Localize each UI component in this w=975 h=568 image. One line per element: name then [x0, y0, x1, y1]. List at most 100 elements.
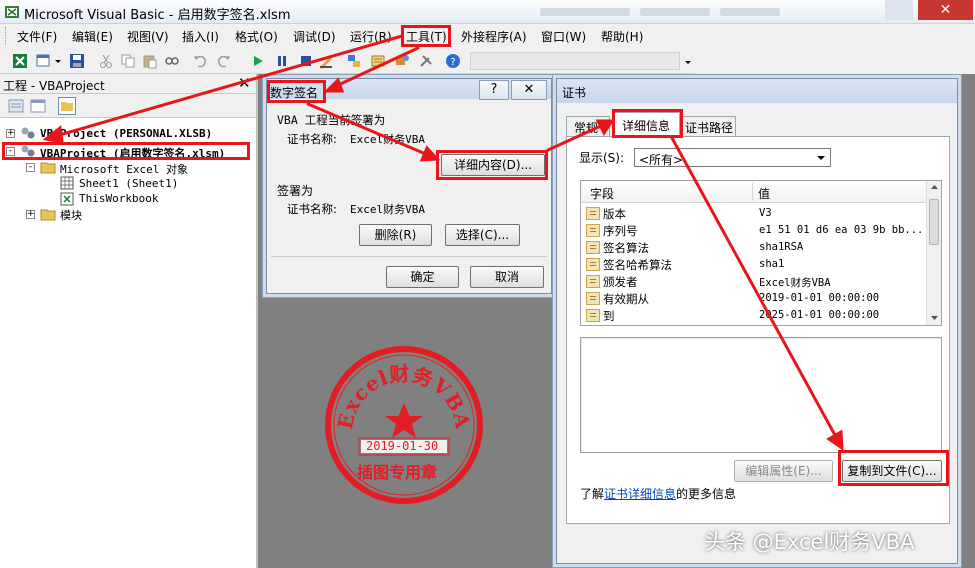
blurred-text — [540, 8, 630, 16]
cancel-button[interactable]: 取消 — [470, 266, 544, 288]
excel-view-icon[interactable] — [12, 53, 28, 69]
title-bar: Microsoft Visual Basic - 启用数字签名.xlsm ✕ — [0, 0, 975, 24]
learn-more-text: 了解证书详细信息的更多信息 — [580, 485, 736, 502]
field-name: 签名哈希算法 — [603, 258, 672, 272]
properties-window-icon[interactable] — [370, 53, 386, 69]
toggle-folders-icon[interactable] — [58, 97, 76, 115]
expand-toggle[interactable]: + — [6, 129, 15, 138]
stamp-date: 2019-01-30 — [366, 439, 439, 453]
current-signer-heading: VBA 工程当前签署为 — [277, 113, 386, 127]
tree-item-modules[interactable]: 模块 — [60, 207, 82, 223]
toolbar-options-icon[interactable] — [684, 53, 692, 69]
certificate-title: 证书 — [562, 86, 587, 100]
menu-edit[interactable]: 编辑(E) — [72, 28, 113, 45]
list-item[interactable]: 到 2025-01-01 00:00:00 — [584, 307, 924, 324]
menu-debug[interactable]: 调试(D) — [293, 28, 336, 45]
cert-details-link[interactable]: 证书详细信息 — [604, 487, 676, 501]
dialog-title-bar — [557, 79, 957, 103]
help-button[interactable]: ? — [479, 80, 509, 100]
details-button[interactable]: 详细内容(D)... — [441, 154, 545, 176]
field-name: 到 — [603, 309, 615, 323]
folder-icon — [40, 209, 56, 221]
copy-to-file-button[interactable]: 复制到文件(C)... — [842, 460, 942, 482]
tree-item-excel-objects[interactable]: Microsoft Excel 对象 — [60, 161, 188, 177]
dropdown-arrow-icon[interactable] — [54, 53, 62, 69]
save-icon[interactable] — [69, 53, 85, 69]
list-item[interactable]: 颁发者 Excel财务VBA — [584, 273, 924, 290]
list-item[interactable]: 序列号 e1 51 01 d6 ea 03 9b bb... — [584, 222, 924, 239]
undo-icon[interactable] — [192, 53, 208, 69]
field-detail-box[interactable] — [580, 337, 942, 453]
scroll-up-icon[interactable] — [930, 184, 939, 190]
digital-signature-title: 数字签名 — [270, 86, 319, 100]
tree-item-personal-project[interactable]: VBAProject (PERSONAL.XLSB) — [40, 127, 212, 140]
list-item[interactable]: 签名哈希算法 sha1 — [584, 256, 924, 273]
workbook-icon — [60, 192, 74, 206]
scroll-thumb[interactable] — [929, 199, 939, 245]
window-close-button[interactable]: ✕ — [918, 0, 973, 20]
paste-icon[interactable] — [142, 53, 158, 69]
field-icon — [586, 292, 600, 305]
design-mode-icon[interactable] — [318, 53, 334, 69]
expand-toggle[interactable]: + — [26, 210, 35, 219]
tree-item-current-project[interactable]: VBAProject (启用数字签名.xlsm) — [40, 145, 225, 161]
column-divider — [752, 183, 753, 201]
menu-addins[interactable]: 外接程序(A) — [461, 28, 527, 45]
sheet-icon — [60, 176, 74, 190]
remove-button[interactable]: 删除(R) — [359, 224, 432, 246]
show-select[interactable]: <所有> — [634, 148, 831, 167]
cert-name-label: 证书名称: — [287, 132, 337, 146]
redo-icon[interactable] — [216, 53, 232, 69]
menu-window[interactable]: 窗口(W) — [541, 28, 586, 45]
help-icon[interactable]: ? — [445, 53, 461, 69]
scroll-down-icon[interactable] — [930, 315, 939, 321]
column-header-field[interactable]: 字段 — [590, 185, 614, 202]
folder-open-icon — [40, 162, 56, 174]
tree-item-thisworkbook[interactable]: ThisWorkbook — [79, 192, 158, 205]
tab-details[interactable]: 详细信息 — [614, 112, 680, 137]
menu-tools[interactable]: 工具(T) — [406, 28, 447, 45]
tab-general[interactable]: 常规 — [566, 116, 610, 136]
tab-cert-path[interactable]: 证书路径 — [680, 116, 736, 136]
collapse-toggle[interactable]: - — [26, 163, 35, 172]
project-explorer-icon[interactable] — [346, 53, 362, 69]
find-icon[interactable] — [164, 53, 180, 69]
reset-icon[interactable] — [298, 53, 314, 69]
tree-item-sheet1[interactable]: Sheet1 (Sheet1) — [79, 177, 178, 190]
edit-properties-button[interactable]: 编辑属性(E)... — [734, 460, 833, 482]
menu-insert[interactable]: 插入(I) — [182, 28, 219, 45]
menu-format[interactable]: 格式(O) — [235, 28, 278, 45]
run-icon[interactable] — [250, 53, 266, 69]
dialog-close-button[interactable]: ✕ — [511, 80, 547, 100]
tab-label: 详细信息 — [622, 119, 671, 133]
field-value: sha1 — [759, 258, 785, 270]
insert-userform-icon[interactable] — [36, 53, 52, 69]
field-icon — [586, 309, 600, 322]
view-code-icon[interactable] — [8, 98, 24, 114]
close-icon[interactable]: ✕ — [238, 74, 251, 92]
menu-run[interactable]: 运行(R) — [350, 28, 392, 45]
minimize-button[interactable] — [885, 0, 913, 20]
menu-view[interactable]: 视图(V) — [127, 28, 169, 45]
ok-button[interactable]: 确定 — [386, 266, 459, 288]
chevron-down-icon — [817, 156, 825, 160]
list-scrollbar[interactable] — [926, 181, 941, 325]
choose-button[interactable]: 选择(C)... — [445, 224, 520, 246]
copy-icon[interactable] — [120, 53, 136, 69]
cut-icon[interactable] — [98, 53, 114, 69]
show-label: 显示(S): — [579, 151, 625, 165]
break-icon[interactable] — [274, 53, 290, 69]
list-item[interactable]: 版本 V3 — [584, 205, 924, 222]
list-item[interactable]: 签名算法 sha1RSA — [584, 239, 924, 256]
location-field — [470, 52, 680, 70]
blurred-text — [640, 8, 710, 16]
menu-help[interactable]: 帮助(H) — [601, 28, 643, 45]
object-browser-icon[interactable] — [394, 53, 410, 69]
view-object-icon[interactable] — [30, 98, 46, 114]
toolbox-icon[interactable] — [418, 53, 434, 69]
column-header-value[interactable]: 值 — [758, 185, 770, 202]
menu-file[interactable]: 文件(F) — [17, 28, 57, 45]
project-explorer-title: 工程 - VBAProject — [3, 79, 105, 93]
collapse-toggle[interactable]: - — [6, 147, 15, 156]
list-item[interactable]: 有效期从 2019-01-01 00:00:00 — [584, 290, 924, 307]
